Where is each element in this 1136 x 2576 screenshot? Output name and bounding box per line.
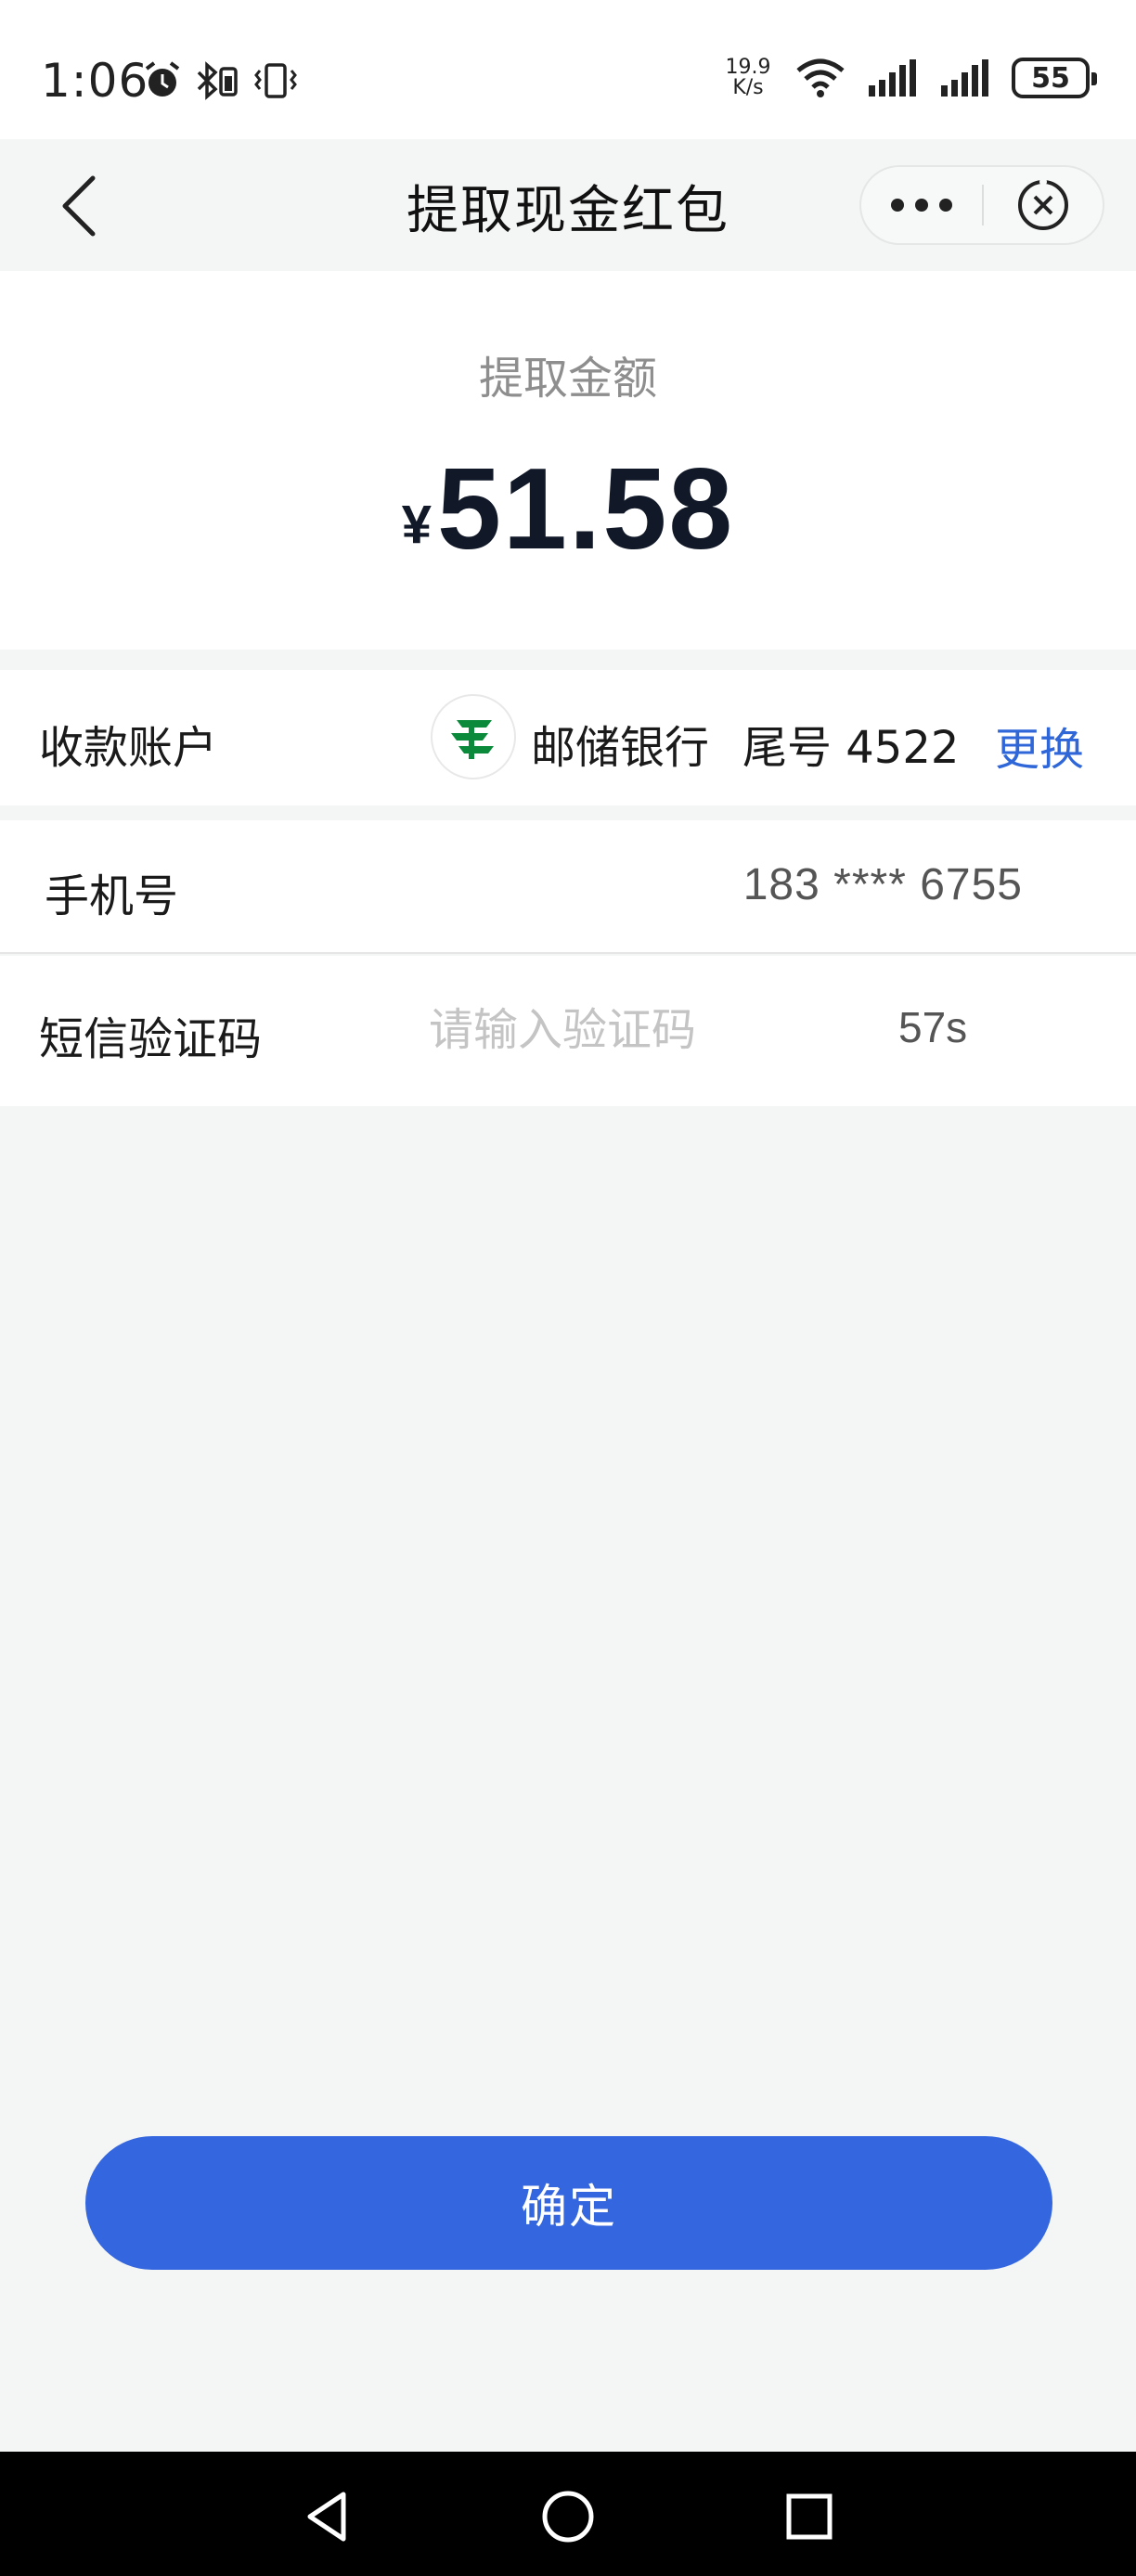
mini-program-capsule — [859, 165, 1104, 245]
resend-countdown[interactable]: 57s — [898, 1002, 967, 1052]
nav-home-icon — [542, 2491, 594, 2543]
nav-recents-button[interactable] — [772, 2479, 846, 2554]
sms-code-label: 短信验证码 — [39, 1013, 263, 1065]
sms-code-row: 短信验证码 57s — [0, 956, 1136, 1106]
confirm-button[interactable]: 确定 — [85, 2136, 1052, 2270]
change-account-link[interactable]: 更换 — [995, 713, 1084, 778]
postal-savings-bank-logo — [431, 694, 516, 779]
nav-recents-icon — [786, 2493, 833, 2540]
account-tail-number: 尾号 4522 — [742, 722, 960, 774]
sms-code-input[interactable] — [429, 993, 837, 1067]
status-right-icons: 19.9 K/s 55 — [722, 58, 1097, 98]
status-left-icons — [141, 59, 299, 102]
status-bar: 1:06 19.9 K/s 55 — [0, 0, 1136, 139]
account-row: 收款账户 邮储银行 尾号 4522 更换 — [0, 670, 1136, 805]
phone-row: 手机号 183 **** 6755 — [0, 820, 1136, 954]
nav-back-button[interactable] — [290, 2479, 364, 2554]
nav-home-button[interactable] — [531, 2479, 605, 2554]
more-button[interactable] — [861, 167, 982, 243]
net-speed-value: 19.9 — [725, 56, 771, 79]
phone-label: 手机号 — [45, 870, 179, 922]
bluetooth-icon — [197, 61, 238, 100]
back-button[interactable] — [52, 169, 108, 243]
amount-card: 提取金额 ¥51.58 — [0, 271, 1136, 650]
signal-icon — [941, 59, 988, 97]
system-nav-bar — [0, 2452, 1136, 2576]
back-arrow-icon — [62, 175, 96, 237]
bank-logo-graphic — [451, 720, 494, 759]
status-time: 1:06 — [41, 54, 149, 108]
amount-value: 51.58 — [436, 445, 735, 573]
amount-label: 提取金额 — [478, 353, 657, 405]
bank-name: 邮储银行 — [531, 722, 710, 774]
battery-icon: 55 — [1012, 58, 1097, 98]
vibrate-icon — [254, 63, 297, 98]
currency-symbol: ¥ — [401, 495, 432, 555]
account-label: 收款账户 — [39, 722, 218, 774]
title-bar: 提取现金红包 — [0, 139, 1136, 271]
net-speed-unit: K/s — [732, 76, 764, 99]
alarm-icon — [145, 61, 180, 97]
more-dots-icon — [891, 199, 904, 212]
amount-display: ¥51.58 — [0, 444, 1136, 575]
more-dot — [939, 199, 952, 212]
phone-value: 183 **** 6755 — [742, 860, 1023, 909]
nav-back-icon — [307, 2492, 346, 2542]
signal-icon — [869, 59, 916, 97]
close-circle-icon — [1018, 178, 1068, 230]
close-button[interactable] — [984, 167, 1103, 243]
wifi-icon — [796, 58, 845, 97]
net-speed: 19.9 K/s — [722, 58, 774, 98]
more-dot — [915, 199, 928, 212]
